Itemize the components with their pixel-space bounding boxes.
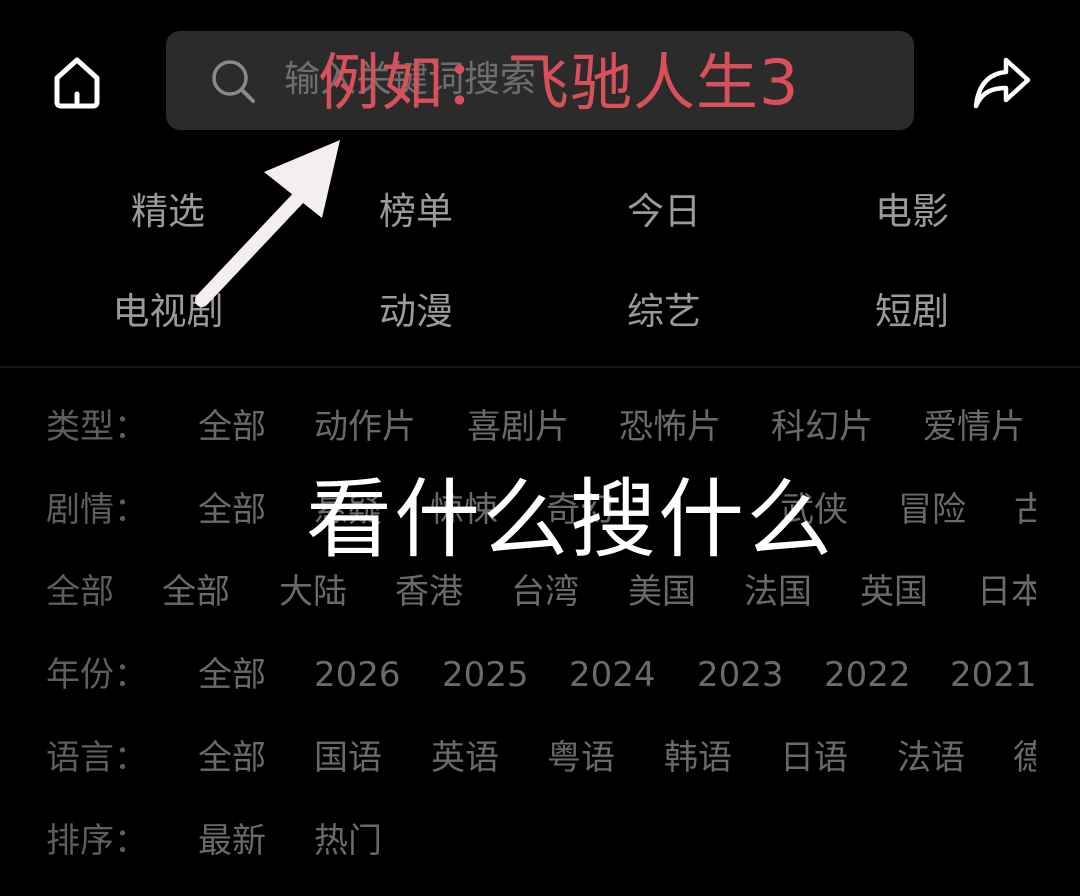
filter-option[interactable]: 最新 bbox=[198, 816, 266, 866]
filter-label-type: 类型： bbox=[46, 407, 148, 447]
filter-option[interactable]: 古装 bbox=[1014, 485, 1036, 535]
filter-label-plot: 剧情： bbox=[46, 490, 148, 530]
share-button[interactable] bbox=[966, 46, 1038, 118]
filter-option[interactable]: 2022 bbox=[824, 650, 911, 700]
tab-variety[interactable]: 综艺 bbox=[540, 288, 788, 336]
filter-option[interactable]: 2026 bbox=[314, 650, 401, 700]
tab-movie[interactable]: 电影 bbox=[788, 188, 1036, 236]
filter-option[interactable]: 国语 bbox=[314, 733, 382, 783]
filter-option[interactable]: 法语 bbox=[897, 733, 965, 783]
filter-option[interactable]: 热门 bbox=[314, 816, 382, 866]
filter-option[interactable]: 大陆 bbox=[279, 567, 347, 617]
filter-option[interactable]: 台湾 bbox=[511, 567, 579, 617]
filter-option[interactable]: 全部 bbox=[198, 650, 266, 700]
filter-row-type: 类型： 全部 动作片 喜剧片 恐怖片 科幻片 爱情片 bbox=[0, 402, 1036, 452]
filter-option[interactable]: 日语 bbox=[780, 733, 848, 783]
filter-option[interactable]: 日本 bbox=[977, 567, 1036, 617]
filter-option[interactable]: 科幻片 bbox=[771, 402, 873, 452]
filter-row-region: 全部 全部 大陆 香港 台湾 美国 法国 英国 日本 bbox=[0, 567, 1036, 617]
filter-option[interactable]: 2024 bbox=[569, 650, 656, 700]
filter-option[interactable]: 法国 bbox=[744, 567, 812, 617]
filter-option[interactable]: 冒险 bbox=[898, 485, 966, 535]
filter-option[interactable]: 2025 bbox=[442, 650, 529, 700]
arrow-icon bbox=[195, 140, 340, 307]
filter-label-region: 全部 bbox=[46, 572, 114, 612]
filter-label-year: 年份： bbox=[46, 655, 148, 695]
filter-option[interactable]: 德语 bbox=[1013, 733, 1036, 783]
divider bbox=[0, 366, 1080, 368]
filter-option[interactable]: 粤语 bbox=[547, 733, 615, 783]
filter-option[interactable]: 全部 bbox=[162, 567, 230, 617]
filter-option[interactable]: 动作片 bbox=[314, 402, 416, 452]
filter-option[interactable]: 全部 bbox=[198, 733, 266, 783]
filter-row-sort: 排序： 最新 热门 bbox=[0, 816, 1036, 866]
filter-option[interactable]: 香港 bbox=[395, 567, 463, 617]
filter-option[interactable]: 喜剧片 bbox=[467, 402, 569, 452]
filter-option[interactable]: 美国 bbox=[628, 567, 696, 617]
filter-option[interactable]: 全部 bbox=[198, 402, 266, 452]
filter-label-language: 语言： bbox=[46, 738, 148, 778]
search-example-hint: 例如：飞驰人生3 bbox=[318, 46, 800, 119]
filter-row-language: 语言： 全部国语英语粤语韩语日语法语德语 bbox=[0, 733, 1036, 783]
filter-row-year: 年份： 全部 2026 2025 2024 2023 2022 2021 bbox=[0, 650, 1036, 700]
filter-option[interactable]: 英语 bbox=[431, 733, 499, 783]
filter-label-sort: 排序： bbox=[46, 821, 148, 861]
filter-option[interactable]: 恐怖片 bbox=[619, 402, 721, 452]
home-icon bbox=[54, 57, 100, 109]
search-icon bbox=[212, 60, 255, 103]
filter-option[interactable]: 2023 bbox=[697, 650, 784, 700]
tab-short[interactable]: 短剧 bbox=[788, 288, 1036, 336]
filter-option[interactable]: 全部 bbox=[198, 485, 266, 535]
share-icon bbox=[973, 57, 1031, 109]
filter-option[interactable]: 英国 bbox=[860, 567, 928, 617]
home-button[interactable] bbox=[40, 45, 114, 119]
promo-caption: 看什么搜什么 bbox=[306, 470, 834, 570]
filter-option[interactable]: 爱情片 bbox=[923, 402, 1025, 452]
tab-today[interactable]: 今日 bbox=[540, 188, 788, 236]
filter-option[interactable]: 韩语 bbox=[664, 733, 732, 783]
filter-option[interactable]: 2021 bbox=[950, 650, 1036, 700]
